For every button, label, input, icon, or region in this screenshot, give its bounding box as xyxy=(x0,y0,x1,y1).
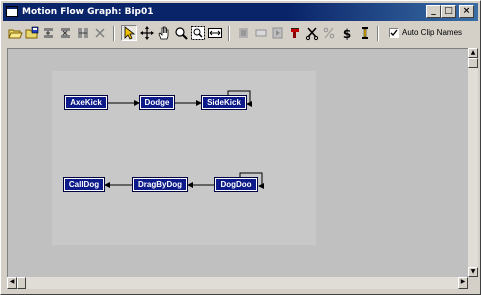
save-file-icon[interactable] xyxy=(24,25,40,41)
edit-transition-icon[interactable] xyxy=(58,25,74,41)
maximize-button[interactable]: □ xyxy=(441,5,456,18)
delete-transition-icon[interactable] xyxy=(75,25,91,41)
create-script-icon[interactable] xyxy=(236,25,252,41)
title-bar[interactable]: Motion Flow Graph: Bip01 _ □ × xyxy=(3,3,478,21)
close-button[interactable]: × xyxy=(459,5,474,18)
toolbar-separator xyxy=(113,26,115,41)
node-axekick[interactable]: AxeKick xyxy=(64,95,108,110)
move-icon[interactable] xyxy=(139,25,155,41)
minimize-button[interactable]: _ xyxy=(426,5,441,18)
vertical-scrollbar[interactable]: ▲ ▼ xyxy=(468,48,478,277)
node-dodge[interactable]: Dodge xyxy=(139,95,175,110)
vertical-scroll-thumb[interactable] xyxy=(468,58,478,68)
scrollbar-corner xyxy=(468,277,478,289)
run-icon[interactable] xyxy=(270,25,286,41)
open-file-icon[interactable] xyxy=(7,25,23,41)
delete-icon[interactable] xyxy=(92,25,108,41)
node-sidekick[interactable]: SideKick xyxy=(201,95,247,110)
random-icon[interactable] xyxy=(287,25,303,41)
horizontal-scroll-thumb[interactable] xyxy=(17,277,26,289)
toolbar-separator xyxy=(228,26,230,41)
zoom-extents-icon[interactable] xyxy=(207,25,223,41)
scroll-down-button[interactable]: ▼ xyxy=(468,267,478,277)
node-calldog[interactable]: CallDog xyxy=(63,177,105,192)
clip-icon[interactable] xyxy=(357,25,373,41)
percent-icon[interactable] xyxy=(321,25,337,41)
toolbar: $ Auto Clip Names xyxy=(3,22,478,46)
auto-clip-names-checkbox[interactable] xyxy=(389,28,399,38)
add-transition-icon[interactable] xyxy=(41,25,57,41)
app-icon xyxy=(6,6,18,17)
scroll-up-button[interactable]: ▲ xyxy=(468,48,478,58)
node-dogdoo[interactable]: DogDoo xyxy=(214,177,258,192)
node-dragbydog[interactable]: DragByDog xyxy=(132,177,188,192)
graph-canvas[interactable]: AxeKick Dodge SideKick CallDog DragByDog… xyxy=(7,48,468,277)
transition-links xyxy=(104,90,264,189)
zoom-icon[interactable] xyxy=(173,25,189,41)
zoom-region-icon[interactable] xyxy=(190,25,206,41)
pan-hand-icon[interactable] xyxy=(156,25,172,41)
window-title: Motion Flow Graph: Bip01 xyxy=(22,7,154,17)
dollar-icon[interactable]: $ xyxy=(339,25,355,41)
auto-clip-names-label[interactable]: Auto Clip Names xyxy=(402,27,462,38)
toolbar-separator xyxy=(377,26,379,41)
cut-icon[interactable] xyxy=(304,25,320,41)
motion-flow-window: Motion Flow Graph: Bip01 _ □ × $ Auto Cl… xyxy=(0,0,481,295)
select-arrow-icon[interactable] xyxy=(121,25,137,41)
scroll-right-button[interactable]: ▶ xyxy=(458,277,468,289)
scroll-left-button[interactable]: ◀ xyxy=(7,277,17,289)
horizontal-scrollbar[interactable]: ◀ ▶ xyxy=(7,277,468,289)
clear-icon[interactable] xyxy=(253,25,269,41)
svg-text:$: $ xyxy=(343,27,351,41)
